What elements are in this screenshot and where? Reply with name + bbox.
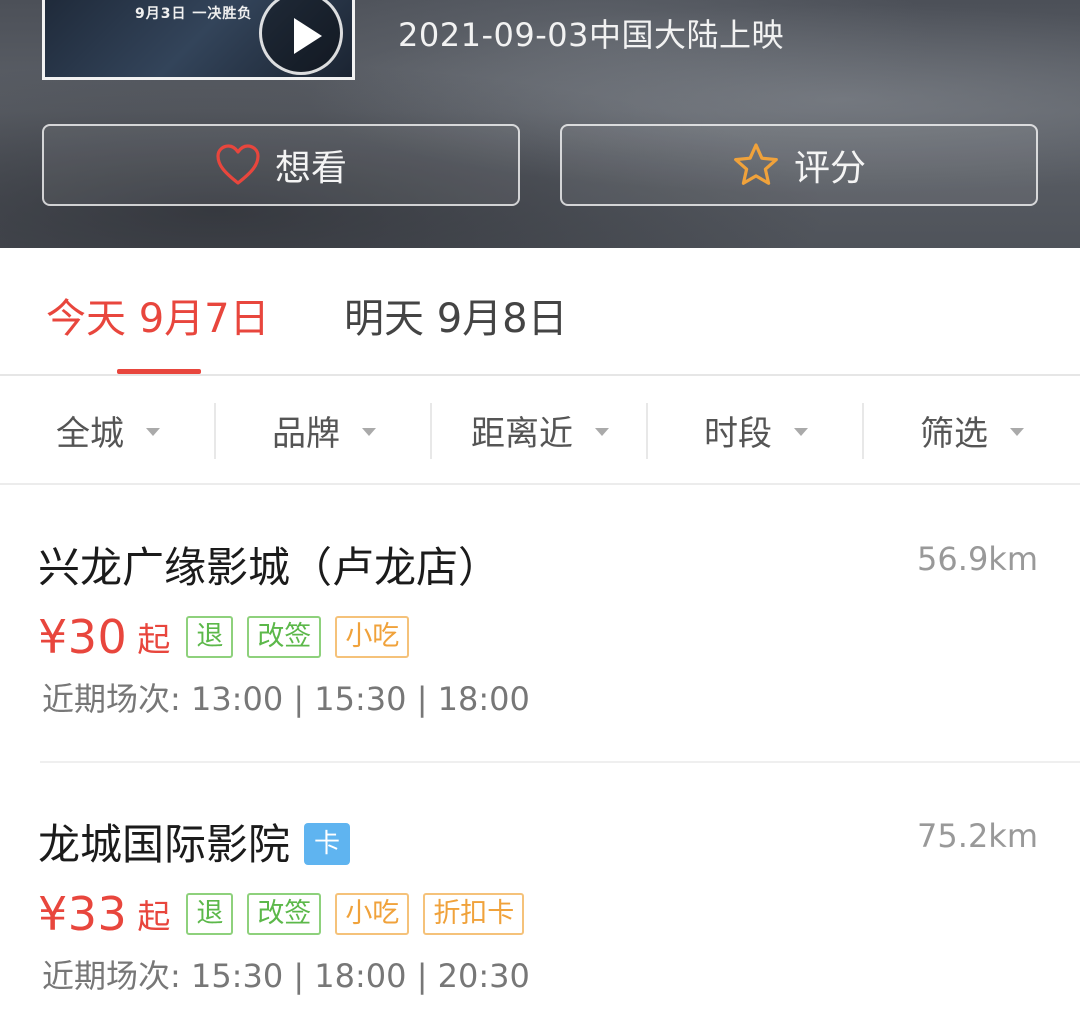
tag-discount-card: 折扣卡 bbox=[423, 893, 525, 935]
tag-snacks: 小吃 bbox=[335, 616, 410, 658]
rate-button[interactable]: 评分 bbox=[560, 124, 1038, 206]
filter-distance-label: 距离近 bbox=[471, 413, 573, 454]
tag-reschedule: 改签 bbox=[247, 893, 322, 935]
date-tab-bar: 今天 9月7日 明天 9月8日 bbox=[0, 248, 1080, 376]
play-button[interactable] bbox=[259, 0, 343, 75]
filter-bar: 全城 品牌 距离近 时段 筛选 bbox=[0, 377, 1080, 485]
filter-city[interactable]: 全城 bbox=[0, 377, 216, 483]
star-outline-icon bbox=[734, 143, 778, 185]
recent-sessions: 近期场次: 13:00 | 15:30 | 18:00 bbox=[42, 680, 530, 718]
filter-more[interactable]: 筛选 bbox=[864, 377, 1080, 483]
want-to-watch-button[interactable]: 想看 bbox=[42, 124, 520, 206]
trailer-thumbnail[interactable]: 9月3日 一决胜负 bbox=[42, 0, 355, 80]
cinema-price: ¥33 bbox=[38, 887, 128, 941]
price-row: ¥33 起 退 改签 小吃 折扣卡 bbox=[38, 887, 538, 941]
caret-down-icon bbox=[146, 428, 160, 436]
release-info: 2021-09-03中国大陆上映 bbox=[398, 16, 784, 54]
cinema-distance: 75.2km bbox=[917, 817, 1038, 855]
caret-down-icon bbox=[362, 428, 376, 436]
tab-tomorrow[interactable]: 明天 9月8日 bbox=[344, 286, 568, 344]
rate-label: 评分 bbox=[793, 148, 866, 189]
filter-time-slot[interactable]: 时段 bbox=[648, 377, 864, 483]
tag-refund: 退 bbox=[186, 893, 234, 935]
tag-refund: 退 bbox=[186, 616, 234, 658]
want-to-watch-label: 想看 bbox=[274, 148, 347, 189]
filter-time-slot-label: 时段 bbox=[704, 413, 772, 454]
active-tab-indicator bbox=[117, 369, 201, 374]
filter-city-label: 全城 bbox=[56, 413, 124, 454]
cinema-name: 兴龙广缘影城（卢龙店） bbox=[38, 543, 501, 592]
price-row: ¥30 起 退 改签 小吃 bbox=[38, 610, 423, 664]
cinema-name-row: 龙城国际影院卡 bbox=[38, 811, 351, 872]
tag-snacks: 小吃 bbox=[335, 893, 410, 935]
price-suffix: 起 bbox=[137, 897, 171, 936]
poster-caption: 9月3日 一决胜负 bbox=[135, 6, 253, 22]
heart-outline-icon bbox=[216, 144, 260, 185]
recent-sessions: 近期场次: 15:30 | 18:00 | 20:30 bbox=[42, 957, 530, 995]
tag-reschedule: 改签 bbox=[247, 616, 322, 658]
caret-down-icon bbox=[595, 428, 609, 436]
cinema-list-item[interactable]: 龙城国际影院卡 75.2km ¥33 起 退 改签 小吃 折扣卡 近期场次: 1… bbox=[0, 763, 1080, 1035]
cinema-distance: 56.9km bbox=[917, 540, 1038, 578]
cinema-list-item[interactable]: 兴龙广缘影城（卢龙店） 56.9km ¥30 起 退 改签 小吃 近期场次: 1… bbox=[0, 486, 1080, 763]
filter-brand-label: 品牌 bbox=[272, 413, 340, 454]
movie-header: 9月3日 一决胜负 2021-09-03中国大陆上映 想看 评分 bbox=[0, 0, 1080, 248]
filter-more-label: 筛选 bbox=[920, 413, 988, 454]
filter-brand[interactable]: 品牌 bbox=[216, 377, 432, 483]
card-badge: 卡 bbox=[304, 822, 351, 865]
tab-today[interactable]: 今天 9月7日 bbox=[46, 286, 270, 344]
caret-down-icon bbox=[1010, 428, 1024, 436]
filter-distance[interactable]: 距离近 bbox=[432, 377, 648, 483]
play-icon bbox=[294, 18, 322, 54]
cinema-price: ¥30 bbox=[38, 610, 128, 664]
price-suffix: 起 bbox=[137, 620, 171, 659]
caret-down-icon bbox=[794, 428, 808, 436]
cinema-name: 龙城国际影院 bbox=[38, 820, 291, 869]
